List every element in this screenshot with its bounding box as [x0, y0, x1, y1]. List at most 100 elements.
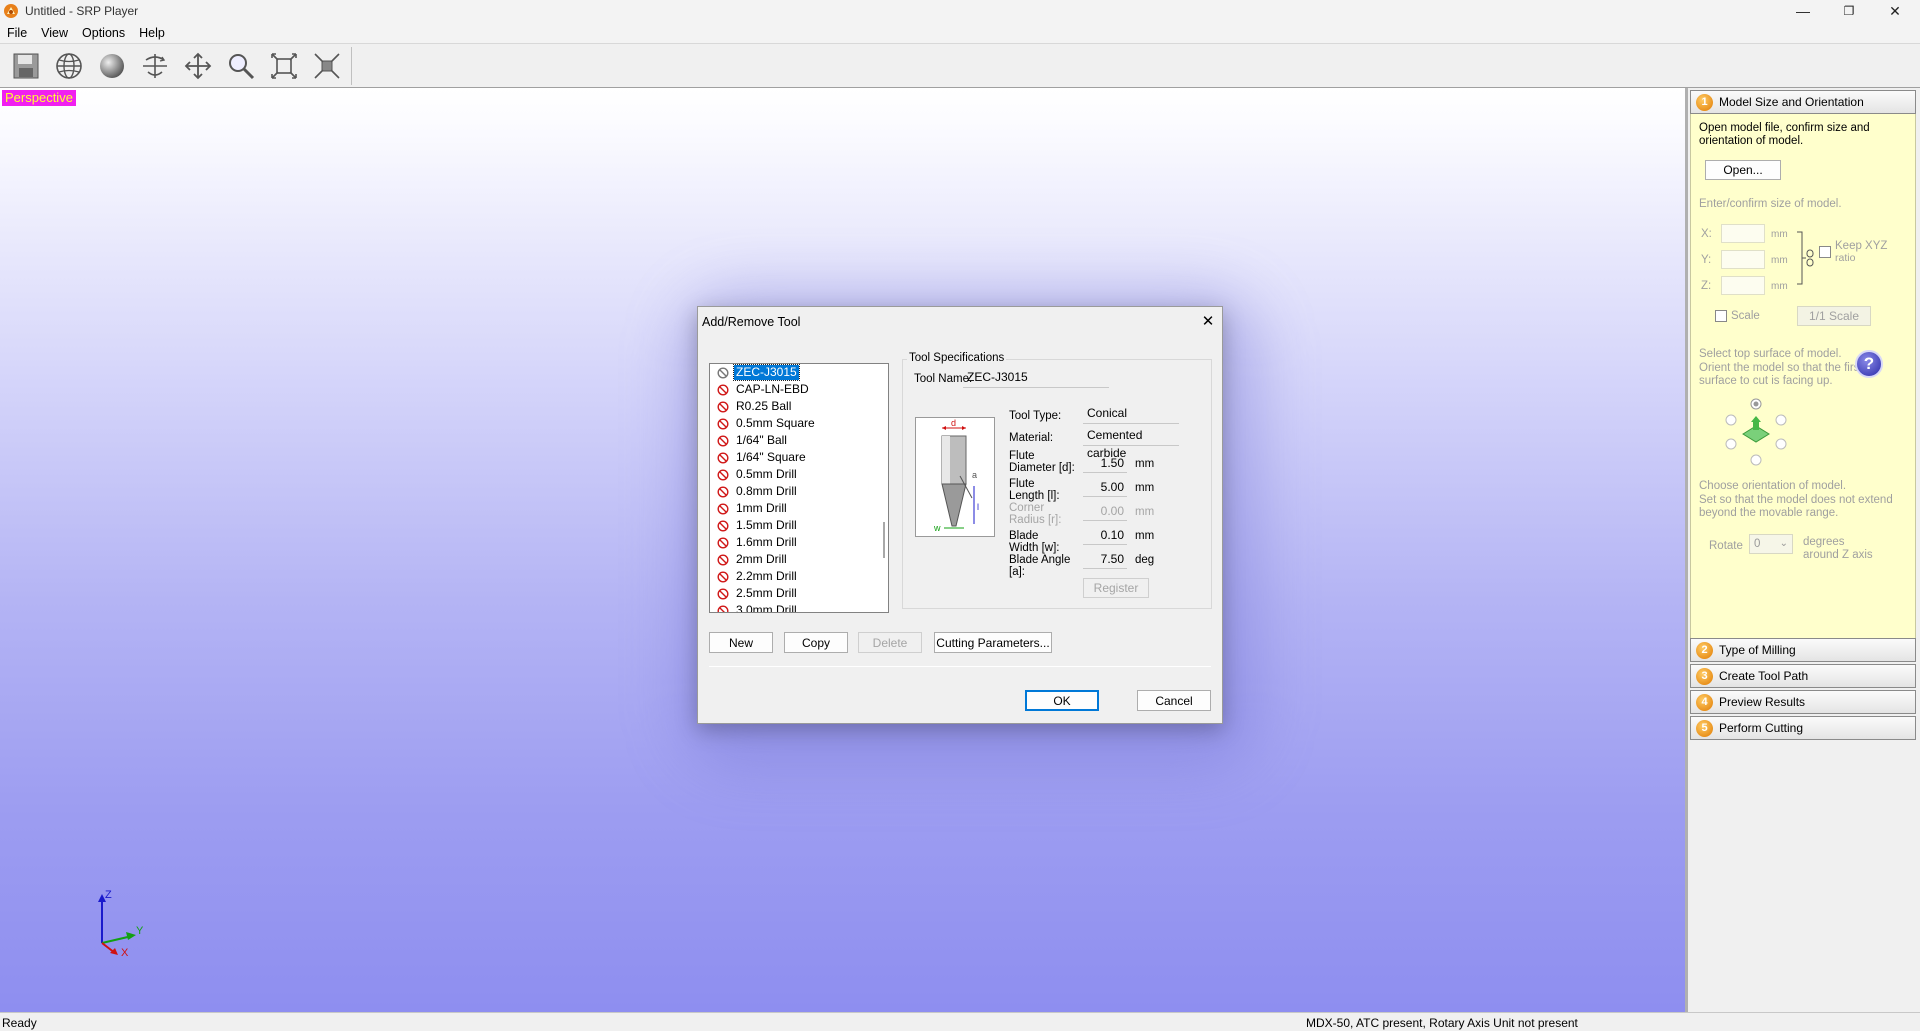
x-size-input[interactable]: [1721, 224, 1765, 243]
wireframe-view-button[interactable]: [49, 48, 89, 84]
tool-list[interactable]: ZEC-J3015 CAP-LN-EBD R0.25 Ball 0.5mm Squar…: [709, 363, 889, 613]
rotate-view-button[interactable]: [135, 48, 175, 84]
top-surface-line1: Select top surface of model.: [1699, 348, 1842, 360]
prohibited-icon: [717, 383, 729, 396]
scale-checkbox[interactable]: [1715, 310, 1727, 322]
open-button[interactable]: Open...: [1705, 160, 1781, 180]
corner-radius-unit: mm: [1135, 506, 1155, 518]
tool-list-item[interactable]: CAP-LN-EBD: [710, 381, 888, 398]
tool-type-field[interactable]: Conical: [1083, 404, 1179, 424]
shaded-sphere-icon: [100, 54, 124, 78]
step-type-of-milling[interactable]: 2 Type of Milling: [1690, 638, 1916, 662]
tool-list-item[interactable]: 2mm Drill: [710, 551, 888, 568]
step-label: Model Size and Orientation: [1719, 95, 1864, 109]
tool-list-item[interactable]: 1.6mm Drill: [710, 534, 888, 551]
dialog-close-button[interactable]: ✕: [1199, 312, 1217, 330]
corner-radius-label-line1: Corner: [1009, 502, 1045, 514]
step-create-tool-path[interactable]: 3 Create Tool Path: [1690, 664, 1916, 688]
flute-length-input[interactable]: 5.00: [1083, 478, 1127, 497]
tool-list-scrollbar[interactable]: [878, 364, 888, 612]
keep-ratio-checkbox[interactable]: [1819, 246, 1831, 258]
register-button[interactable]: Register: [1083, 578, 1149, 598]
tool-list-item[interactable]: 3.0mm Drill: [710, 602, 888, 612]
tool-list-item[interactable]: 1/64" Square: [710, 449, 888, 466]
blade-angle-input[interactable]: 7.50: [1083, 550, 1127, 569]
copy-tool-button[interactable]: Copy: [784, 632, 848, 653]
blade-width-label-line2: Width [w]:: [1009, 542, 1060, 554]
keep-ratio-label-line2: ratio: [1835, 252, 1856, 264]
rotate-select[interactable]: 0 ⌄: [1749, 534, 1793, 554]
title-bar: Untitled - SRP Player — ❐ ✕: [0, 0, 1920, 22]
save-button[interactable]: [6, 48, 46, 84]
tool-name: 1.5mm Drill: [736, 518, 797, 532]
help-icon[interactable]: ?: [1855, 350, 1883, 378]
tool-list-item[interactable]: 1/64" Ball: [710, 432, 888, 449]
tool-list-item[interactable]: 0.5mm Square: [710, 415, 888, 432]
tool-list-item[interactable]: 1mm Drill: [710, 500, 888, 517]
prohibited-icon: [717, 451, 729, 464]
fit-all-button[interactable]: [264, 48, 304, 84]
cancel-button[interactable]: Cancel: [1137, 690, 1211, 711]
ok-button[interactable]: OK: [1025, 690, 1099, 711]
tool-list-item[interactable]: 0.8mm Drill: [710, 483, 888, 500]
step-badge: 3: [1696, 667, 1713, 685]
viewport-label: Perspective: [2, 90, 76, 106]
menu-view[interactable]: View: [34, 26, 75, 40]
close-window-button[interactable]: ✕: [1872, 0, 1918, 22]
orient-line2: Set so that the model does not extend: [1699, 494, 1893, 506]
prohibited-icon: [717, 400, 729, 413]
diagram-label-l: l: [977, 502, 979, 512]
tool-name: ZEC-J3015: [733, 364, 800, 381]
x-unit: mm: [1771, 229, 1788, 240]
prohibited-icon: [717, 570, 729, 583]
corner-radius-input[interactable]: 0.00: [1083, 502, 1127, 521]
ratio-link-icon: [1797, 231, 1814, 285]
window-title: Untitled - SRP Player: [25, 4, 139, 18]
top-surface-line2: Orient the model so that the first: [1699, 362, 1863, 374]
material-label: Material:: [1009, 432, 1054, 444]
zoom-extents-button[interactable]: [307, 48, 347, 84]
material-field[interactable]: Cemented carbide: [1083, 426, 1179, 460]
tool-list-item[interactable]: 0.5mm Drill: [710, 466, 888, 483]
diagram-label-w: w: [933, 523, 941, 533]
intro-text-line2: orientation of model.: [1699, 135, 1804, 147]
corner-radius-label-line2: Radius [r]:: [1009, 514, 1062, 526]
tool-list-item[interactable]: 2.2mm Drill: [710, 568, 888, 585]
tool-list-item[interactable]: ZEC-J3015: [710, 364, 888, 381]
tool-list-item[interactable]: 1.5mm Drill: [710, 517, 888, 534]
z-size-input[interactable]: [1721, 276, 1765, 295]
menu-help[interactable]: Help: [132, 26, 172, 40]
y-size-input[interactable]: [1721, 250, 1765, 269]
flute-length-label-line2: Length [l]:: [1009, 490, 1060, 502]
cutting-parameters-button[interactable]: Cutting Parameters...: [934, 632, 1052, 653]
menu-file[interactable]: File: [0, 26, 34, 40]
step-badge: 2: [1696, 641, 1713, 659]
scrollbar-thumb[interactable]: [883, 522, 885, 558]
new-tool-button[interactable]: New: [709, 632, 773, 653]
tool-list-item[interactable]: 2.5mm Drill: [710, 585, 888, 602]
flute-diameter-input[interactable]: 1.50: [1083, 454, 1127, 473]
pan-view-button[interactable]: [178, 48, 218, 84]
shaded-view-button[interactable]: [92, 48, 132, 84]
pan-icon: [184, 52, 212, 80]
tool-name: 0.5mm Drill: [736, 467, 797, 481]
step-label: Create Tool Path: [1719, 669, 1809, 683]
menu-options[interactable]: Options: [75, 26, 132, 40]
step-label: Perform Cutting: [1719, 721, 1804, 735]
zoom-view-button[interactable]: [221, 48, 261, 84]
tool-list-item[interactable]: R0.25 Ball: [710, 398, 888, 415]
tool-name-field[interactable]: ZEC-J3015: [963, 368, 1109, 388]
blade-angle-label-line1: Blade Angle: [1009, 554, 1071, 566]
one-to-one-scale-button[interactable]: 1/1 Scale: [1797, 306, 1871, 326]
blade-width-input[interactable]: 0.10: [1083, 526, 1127, 545]
step-perform-cutting[interactable]: 5 Perform Cutting: [1690, 716, 1916, 740]
flute-diameter-unit: mm: [1135, 458, 1155, 470]
minimize-button[interactable]: —: [1780, 0, 1826, 22]
orientation-selector-icon[interactable]: [1721, 396, 1791, 468]
restore-button[interactable]: ❐: [1826, 0, 1872, 22]
step-preview-results[interactable]: 4 Preview Results: [1690, 690, 1916, 714]
delete-tool-button[interactable]: Delete: [858, 632, 922, 653]
step-model-size-orientation[interactable]: 1 Model Size and Orientation: [1690, 90, 1916, 114]
wireframe-globe-icon: [56, 53, 82, 79]
tool-name: CAP-LN-EBD: [736, 382, 809, 396]
